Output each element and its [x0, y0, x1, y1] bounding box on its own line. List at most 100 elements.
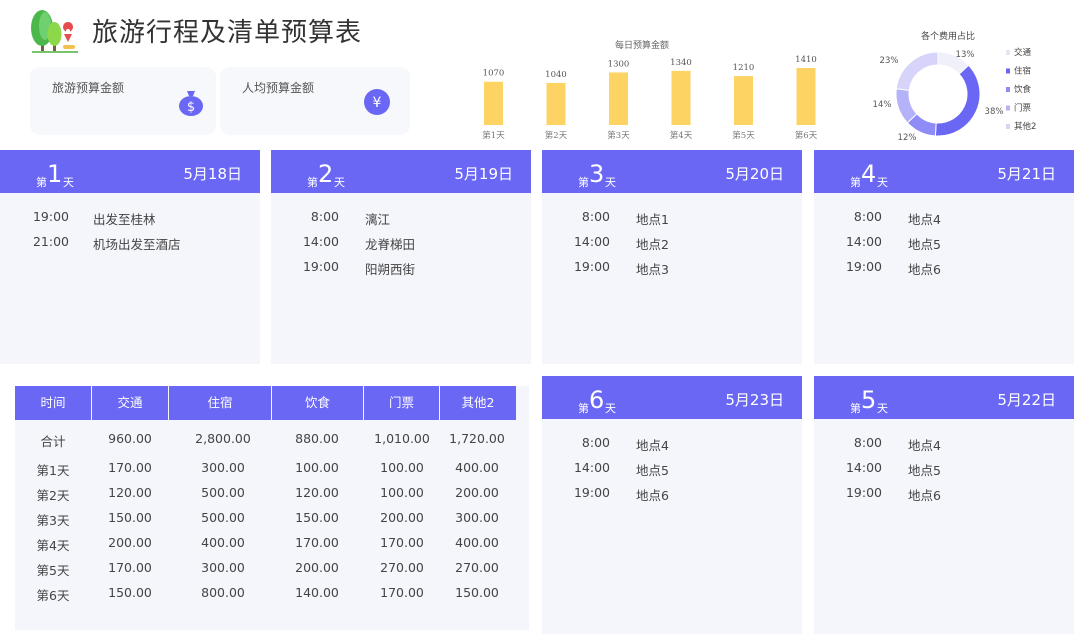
itinerary-time: 21:00 — [32, 234, 69, 249]
day-prefix: 第 — [850, 176, 861, 189]
table-cell: 800.00 — [201, 585, 245, 600]
itinerary-time: 14:00 — [573, 460, 610, 475]
donut-slice-住宿 — [934, 64, 981, 137]
table-header-cell: 住宿 — [169, 386, 271, 420]
legend-swatch — [1006, 87, 1010, 92]
day-card-header: 第 6 天 5月23日 — [542, 376, 802, 419]
yen-icon: ¥ — [364, 89, 390, 115]
table-cell: 400.00 — [455, 460, 499, 475]
day-number: 4 — [861, 160, 877, 188]
day-card-3: 第 3 天 5月20日 8:00 地点1 14:00 地点2 19:00 地点3 — [542, 150, 802, 364]
day-card-header: 第 2 天 5月19日 — [271, 150, 531, 193]
itinerary-place: 地点1 — [636, 212, 669, 227]
legend-label: 饮食 — [1014, 84, 1032, 95]
day-prefix: 第 — [850, 402, 861, 415]
bar-value-label: 1340 — [670, 58, 692, 68]
itinerary-place: 地点5 — [636, 463, 669, 478]
bar-chart-title: 每日预算金额 — [615, 39, 669, 51]
itinerary-place: 地点6 — [908, 262, 941, 277]
svg-text:$: $ — [187, 100, 195, 115]
table-cell: 300.00 — [455, 510, 499, 525]
trees-pin-logo-icon — [31, 10, 78, 53]
bar-第5天 — [734, 76, 753, 125]
table-cell: 170.00 — [108, 460, 152, 475]
itinerary-time: 8:00 — [581, 435, 610, 450]
day-card-4: 第 4 天 5月21日 8:00 地点4 14:00 地点5 19:00 地点6 — [814, 150, 1074, 364]
legend-label: 交通 — [1014, 47, 1032, 58]
legend-label: 住宿 — [1014, 66, 1031, 77]
table-header-cell: 其他2 — [440, 386, 516, 420]
itinerary-time: 8:00 — [853, 209, 882, 224]
table-cell: 960.00 — [108, 431, 152, 446]
bar-value-label: 1300 — [608, 59, 630, 69]
day-number: 5 — [861, 386, 877, 414]
donut-percent-label: 12% — [898, 133, 917, 143]
day-card-header: 第 1 天 5月18日 — [0, 150, 260, 193]
itinerary-time: 19:00 — [573, 259, 610, 274]
itinerary-time: 8:00 — [853, 435, 882, 450]
itinerary-place: 出发至桂林 — [93, 212, 156, 227]
donut-percent-label: 14% — [873, 100, 892, 110]
day-card-6: 第 6 天 5月23日 8:00 地点4 14:00 地点5 19:00 地点6 — [542, 376, 802, 634]
day-card-header: 第 5 天 5月22日 — [814, 376, 1074, 419]
day-prefix: 第 — [578, 176, 589, 189]
donut-chart-title: 各个费用占比 — [921, 30, 975, 42]
itinerary-place: 地点4 — [908, 438, 941, 453]
table-header-cell: 饮食 — [272, 386, 363, 420]
bar-value-label: 1040 — [545, 70, 567, 80]
day-suffix: 天 — [605, 402, 616, 415]
bar-第2天 — [546, 82, 566, 125]
table-cell: 150.00 — [455, 585, 499, 600]
day-card-5: 第 5 天 5月22日 8:00 地点4 14:00 地点5 19:00 地点6 — [814, 376, 1074, 634]
itinerary-place: 地点4 — [636, 438, 669, 453]
itinerary-time: 8:00 — [310, 209, 339, 224]
itinerary-place: 地点6 — [908, 488, 941, 503]
day-card-header: 第 3 天 5月20日 — [542, 150, 802, 193]
itinerary-time: 19:00 — [845, 259, 882, 274]
day-number: 1 — [47, 160, 63, 188]
table-cell: 500.00 — [201, 510, 245, 525]
bar-第6天 — [796, 68, 816, 125]
daily-budget-bar-chart: 每日预算金额 1070 第1天 1040 第2天 1300 第3天 1340 第4天 1210 第… — [482, 39, 818, 141]
table-cell: 2,800.00 — [195, 431, 251, 446]
legend-swatch — [1006, 68, 1010, 74]
legend-swatch — [1006, 124, 1010, 129]
itinerary-time: 19:00 — [845, 485, 882, 500]
bar-第3天 — [609, 72, 628, 125]
itinerary-place: 阳朔西街 — [365, 262, 416, 277]
table-cell: 300.00 — [201, 460, 245, 475]
table-header-cell: 时间 — [15, 386, 91, 420]
day-date: 5月22日 — [997, 391, 1056, 409]
day-prefix: 第 — [307, 176, 318, 189]
itinerary-time: 14:00 — [845, 234, 882, 249]
itinerary-place: 地点2 — [636, 237, 669, 252]
itinerary-place: 地点5 — [908, 237, 941, 252]
day-card-1: 第 1 天 5月18日 19:00 出发至桂林 21:00 机场出发至酒店 — [0, 150, 260, 364]
table-cell: 150.00 — [108, 510, 152, 525]
itinerary-place: 地点4 — [908, 212, 941, 227]
donut-percent-label: 23% — [880, 56, 899, 66]
bar-category-label: 第6天 — [795, 130, 818, 141]
per-capita-budget-card: 人均预算金额 ¥ — [220, 67, 410, 135]
table-cell: 150.00 — [108, 585, 152, 600]
bar-category-label: 第1天 — [482, 130, 505, 141]
bar-category-label: 第5天 — [732, 130, 755, 141]
svg-text:¥: ¥ — [373, 95, 382, 111]
page-title: 旅游行程及清单预算表 — [92, 18, 363, 48]
day-suffix: 天 — [877, 176, 888, 189]
itinerary-time: 19:00 — [302, 259, 339, 274]
itinerary-place: 漓江 — [365, 212, 391, 227]
legend-label: 其他2 — [1014, 121, 1036, 132]
bar-value-label: 1070 — [483, 69, 505, 79]
bar-value-label: 1410 — [795, 55, 817, 65]
legend-swatch — [1006, 105, 1010, 111]
total-budget-card: 旅游预算金额 $ — [30, 67, 216, 135]
day-suffix: 天 — [63, 176, 74, 189]
day-number: 2 — [318, 160, 334, 188]
day-date: 5月23日 — [725, 391, 784, 409]
day-date: 5月18日 — [183, 165, 242, 183]
itinerary-time: 14:00 — [573, 234, 610, 249]
day-suffix: 天 — [605, 176, 616, 189]
itinerary-time: 19:00 — [32, 209, 69, 224]
table-cell: 400.00 — [455, 535, 499, 550]
